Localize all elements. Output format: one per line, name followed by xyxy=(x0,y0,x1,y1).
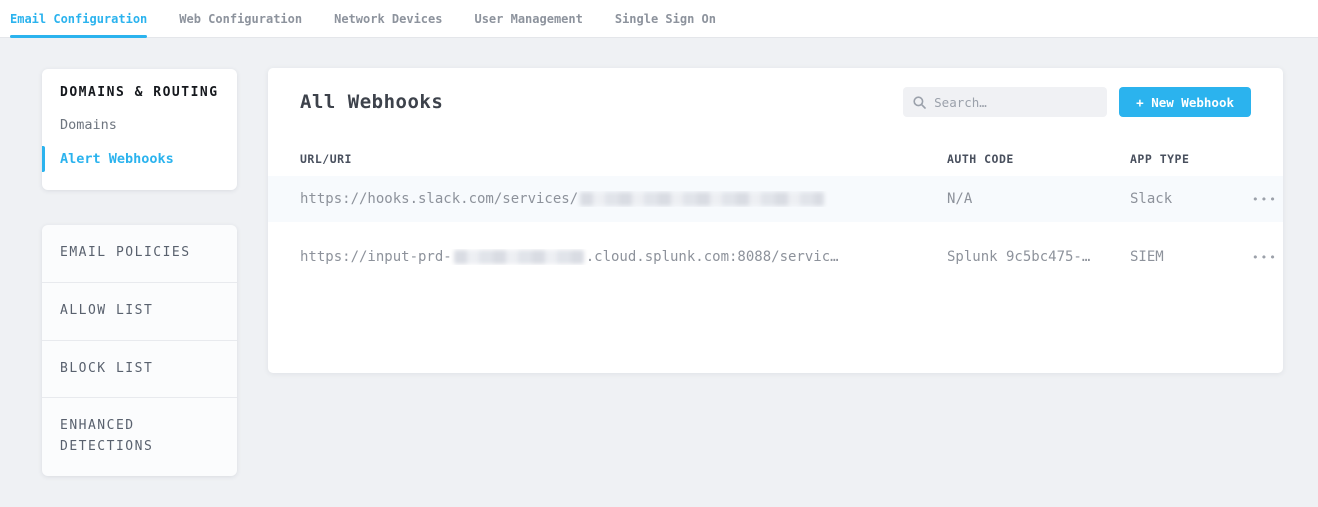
tab-network-devices[interactable]: Network Devices xyxy=(334,0,442,37)
sidebar-item-alert-webhooks[interactable]: Alert Webhooks xyxy=(42,142,237,176)
webhook-url: https://input-prd- .cloud.splunk.com:808… xyxy=(300,249,947,265)
column-header-auth-code: AUTH CODE xyxy=(947,152,1130,166)
domains-routing-header: DOMAINS & ROUTING xyxy=(42,85,237,100)
tab-label: Web Configuration xyxy=(179,12,302,26)
tab-user-management[interactable]: User Management xyxy=(474,0,582,37)
sidebar-sections-card: EMAIL POLICIES ALLOW LIST BLOCK LIST ENH… xyxy=(42,225,237,476)
active-tab-underline xyxy=(10,35,147,38)
row-menu-icon[interactable]: ••• xyxy=(1252,251,1278,264)
table-row[interactable]: https://input-prd- .cloud.splunk.com:808… xyxy=(268,234,1283,280)
sidebar-item-email-policies[interactable]: EMAIL POLICIES xyxy=(42,225,237,283)
new-webhook-button[interactable]: + New Webhook xyxy=(1119,87,1251,117)
auth-code-value: Splunk 9c5bc475-… xyxy=(947,249,1130,265)
search-icon xyxy=(913,96,926,109)
tab-single-sign-on[interactable]: Single Sign On xyxy=(615,0,716,37)
app-type-value: Slack xyxy=(1130,191,1207,207)
sidebar-item-label: ENHANCED DETECTIONS xyxy=(60,418,153,454)
webhook-url: https://hooks.slack.com/services/ xyxy=(300,191,947,207)
sidebar-item-label: Alert Webhooks xyxy=(60,151,174,167)
sidebar-item-domains[interactable]: Domains xyxy=(42,108,237,142)
sidebar-item-block-list[interactable]: BLOCK LIST xyxy=(42,341,237,399)
table-header-row: URL/URI AUTH CODE APP TYPE xyxy=(268,142,1283,176)
search-box[interactable] xyxy=(903,87,1107,117)
panel-header: All Webhooks + New Webhook xyxy=(268,68,1283,136)
sidebar-item-enhanced-detections[interactable]: ENHANCED DETECTIONS xyxy=(42,398,237,476)
tab-label: Network Devices xyxy=(334,12,442,26)
tab-label: Single Sign On xyxy=(615,12,716,26)
tab-label: User Management xyxy=(474,12,582,26)
sidebar-item-allow-list[interactable]: ALLOW LIST xyxy=(42,283,237,341)
tab-label: Email Configuration xyxy=(10,12,147,26)
search-input[interactable] xyxy=(934,95,1097,110)
domains-routing-card: DOMAINS & ROUTING Domains Alert Webhooks xyxy=(42,69,237,190)
auth-code-value: N/A xyxy=(947,191,1130,207)
table-row[interactable]: https://hooks.slack.com/services/ N/A Sl… xyxy=(268,176,1283,222)
top-nav: Email Configuration Web Configuration Ne… xyxy=(0,0,1318,38)
tab-web-configuration[interactable]: Web Configuration xyxy=(179,0,302,37)
sidebar-item-label: EMAIL POLICIES xyxy=(60,245,191,260)
tab-email-configuration[interactable]: Email Configuration xyxy=(10,0,147,37)
sidebar-item-label: BLOCK LIST xyxy=(60,361,153,376)
webhooks-panel: All Webhooks + New Webhook URL/URI AUTH … xyxy=(268,68,1283,373)
page-title: All Webhooks xyxy=(300,91,903,113)
sidebar-item-label: ALLOW LIST xyxy=(60,303,153,318)
redacted-url-segment xyxy=(580,192,824,206)
redacted-url-segment xyxy=(454,250,584,264)
sidebar-item-label: Domains xyxy=(60,117,117,133)
active-item-indicator xyxy=(42,146,45,172)
row-menu-icon[interactable]: ••• xyxy=(1252,193,1278,206)
column-header-app-type: APP TYPE xyxy=(1130,152,1207,166)
app-type-value: SIEM xyxy=(1130,249,1207,265)
column-header-url: URL/URI xyxy=(300,152,947,166)
